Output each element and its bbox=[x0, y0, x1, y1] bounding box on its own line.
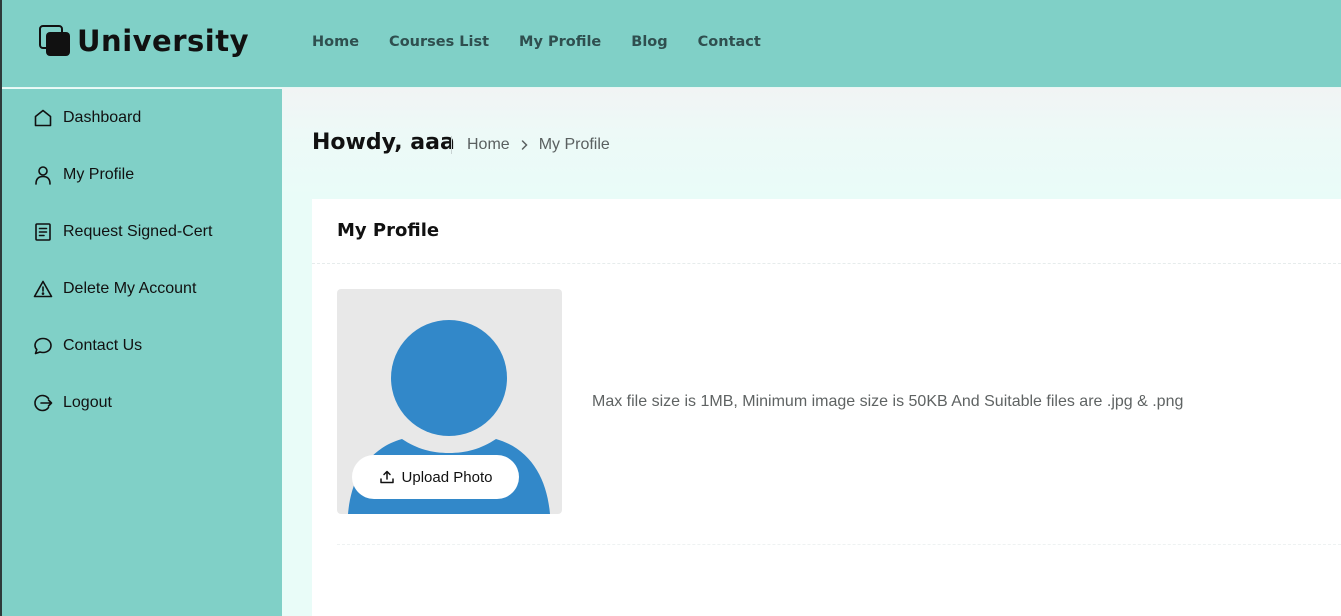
card-title: My Profile bbox=[337, 220, 440, 241]
top-navbar: University Home Courses List My Profile … bbox=[2, 0, 1341, 88]
chat-bubble-icon bbox=[32, 335, 54, 357]
sidebar-item-label: Contact Us bbox=[63, 336, 143, 354]
main-nav: Home Courses List My Profile Blog Contac… bbox=[312, 32, 791, 52]
breadcrumb-current: My Profile bbox=[538, 136, 610, 153]
logout-icon bbox=[32, 392, 54, 414]
nav-my-profile[interactable]: My Profile bbox=[519, 32, 601, 52]
upload-hint: Max file size is 1MB, Minimum image size… bbox=[592, 393, 1184, 410]
upload-photo-button[interactable]: Upload Photo bbox=[352, 455, 519, 499]
sidebar-item-request-signed-cert[interactable]: Request Signed-Cert bbox=[2, 203, 282, 260]
sidebar-item-label: Request Signed-Cert bbox=[63, 222, 213, 240]
page-title: Howdy, aaa bbox=[312, 130, 455, 155]
user-icon bbox=[32, 164, 54, 186]
sidebar-item-label: My Profile bbox=[63, 165, 135, 183]
nav-courses-list[interactable]: Courses List bbox=[389, 32, 489, 52]
upload-icon bbox=[379, 469, 395, 485]
breadcrumb-home[interactable]: Home bbox=[467, 136, 510, 154]
sidebar-item-label: Dashboard bbox=[63, 108, 142, 126]
nav-blog[interactable]: Blog bbox=[631, 32, 667, 52]
sidebar-item-label: Delete My Account bbox=[63, 279, 197, 297]
document-icon bbox=[32, 221, 54, 243]
sidebar-item-my-profile[interactable]: My Profile bbox=[2, 146, 282, 203]
home-icon bbox=[32, 107, 54, 129]
nav-home[interactable]: Home bbox=[312, 32, 359, 52]
nav-contact[interactable]: Contact bbox=[698, 32, 761, 52]
divider bbox=[312, 263, 1341, 264]
sidebar: Dashboard My Profile Request Signed-Cert bbox=[2, 89, 282, 616]
warning-icon bbox=[32, 278, 54, 300]
breadcrumb: Home My Profile bbox=[451, 136, 610, 154]
sidebar-item-dashboard[interactable]: Dashboard bbox=[2, 89, 282, 146]
divider bbox=[337, 544, 1341, 545]
brand-logo[interactable]: University bbox=[39, 24, 249, 58]
profile-card: My Profile Upload Photo Max file size is… bbox=[312, 199, 1341, 616]
upload-photo-label: Upload Photo bbox=[401, 468, 493, 486]
sidebar-item-delete-account[interactable]: Delete My Account bbox=[2, 260, 282, 317]
sidebar-item-label: Logout bbox=[63, 393, 112, 411]
sidebar-item-logout[interactable]: Logout bbox=[2, 374, 282, 431]
chevron-right-icon bbox=[520, 139, 529, 151]
brand-name: University bbox=[77, 24, 249, 58]
copy-squares-icon bbox=[39, 25, 71, 57]
sidebar-item-contact-us[interactable]: Contact Us bbox=[2, 317, 282, 374]
